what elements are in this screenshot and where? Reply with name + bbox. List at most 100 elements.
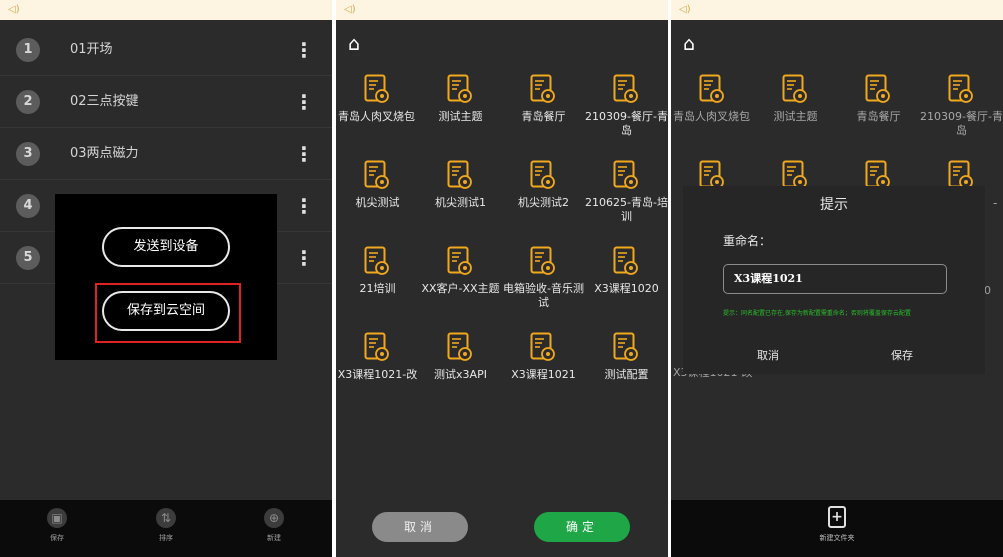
- config-file-icon: [530, 74, 556, 104]
- dialog-title: 提示: [820, 197, 848, 213]
- config-tile[interactable]: 测试x3API: [419, 326, 502, 410]
- config-file-icon: [530, 246, 556, 276]
- new-tab-label: 新建: [267, 534, 281, 542]
- dialog-cancel-button[interactable]: 取消: [757, 349, 779, 363]
- screen-playlist: ◁) 1 01开场 ⋮ 2 02三点按键 ⋮ 3 03两点磁力 ⋮ 4 ⋮ 5 …: [0, 0, 332, 557]
- config-file-icon: [364, 160, 390, 190]
- config-name: 青岛餐厅: [856, 110, 901, 123]
- item-label: 01开场: [70, 42, 113, 57]
- status-bar: ◁): [0, 0, 332, 20]
- config-tile[interactable]: 电箱验收-音乐测试: [502, 240, 585, 324]
- list-item[interactable]: 2 02三点按键 ⋮: [0, 76, 332, 128]
- config-name: 电箱验收-音乐测试: [503, 282, 584, 309]
- config-tile[interactable]: 青岛餐厅: [502, 68, 585, 152]
- more-menu-icon[interactable]: ⋮: [294, 88, 314, 116]
- sort-icon: ⇅: [156, 508, 176, 528]
- screen-rename-dialog: ◁) ⌂ 青岛人肉叉烧包 测试主题 青岛餐厅 210309-餐厅-青岛 X3课程…: [671, 0, 1003, 557]
- config-tile[interactable]: 机尖测试2: [502, 154, 585, 238]
- save-to-cloud-button[interactable]: 保存到云空间: [102, 291, 230, 331]
- config-name: 青岛人肉叉烧包: [673, 110, 750, 123]
- config-tile[interactable]: 青岛人肉叉烧包: [671, 68, 754, 152]
- config-file-icon: [530, 160, 556, 190]
- dialog-save-button[interactable]: 保存: [891, 349, 913, 363]
- config-name: 210309-餐厅-青岛: [585, 110, 668, 137]
- config-file-icon: [530, 332, 556, 362]
- config-tile[interactable]: 机尖测试: [336, 154, 419, 238]
- volume-icon: ◁): [344, 4, 356, 15]
- config-tile[interactable]: 210625-青岛-培训: [585, 154, 668, 238]
- bottom-toolbar: ▣ 保存 ⇅ 排序 ⊕ 新建: [0, 500, 332, 557]
- rename-input[interactable]: X3课程1021: [723, 264, 947, 294]
- list-item[interactable]: 3 03两点磁力 ⋮: [0, 128, 332, 180]
- config-name: 21培训: [359, 282, 396, 295]
- config-tile[interactable]: X3课程1020: [585, 240, 668, 324]
- send-to-device-button[interactable]: 发送到设备: [102, 227, 230, 267]
- item-label: 03两点磁力: [70, 146, 139, 161]
- home-icon[interactable]: ⌂: [348, 34, 370, 54]
- item-number: 1: [16, 38, 40, 62]
- new-folder-label: 新建文件夹: [819, 534, 855, 542]
- config-name: 测试主题: [773, 110, 818, 123]
- config-name: 210625-青岛-培训: [585, 196, 668, 223]
- cancel-button[interactable]: 取消: [372, 512, 468, 542]
- config-file-icon: [447, 74, 473, 104]
- home-icon[interactable]: ⌂: [683, 34, 705, 54]
- more-menu-icon[interactable]: ⋮: [294, 36, 314, 64]
- add-icon: ⊕: [264, 508, 284, 528]
- config-file-icon: [613, 160, 639, 190]
- config-tile[interactable]: 测试主题: [419, 68, 502, 152]
- config-file-icon: [699, 74, 725, 104]
- more-menu-icon[interactable]: ⋮: [294, 244, 314, 272]
- status-bar: ◁): [671, 0, 1003, 20]
- config-file-icon: [613, 332, 639, 362]
- config-name: 机尖测试: [355, 196, 400, 209]
- config-name: 测试主题: [438, 110, 483, 123]
- config-tile[interactable]: 210309-餐厅-青岛: [920, 68, 1003, 152]
- sort-tab[interactable]: ⇅ 排序: [146, 508, 186, 542]
- more-menu-icon[interactable]: ⋮: [294, 140, 314, 168]
- config-tile[interactable]: 机尖测试1: [419, 154, 502, 238]
- new-folder-button[interactable]: + 新建文件夹: [813, 506, 861, 542]
- bottom-toolbar: + 新建文件夹: [671, 500, 1003, 557]
- config-name: X3课程1020: [594, 282, 659, 295]
- screen-cloud-folder: ◁) ⌂ 青岛人肉叉烧包 测试主题 青岛餐厅 210309-餐厅-青岛 机尖测试…: [336, 0, 668, 557]
- new-tab[interactable]: ⊕ 新建: [254, 508, 294, 542]
- config-file-icon: [364, 74, 390, 104]
- confirm-button[interactable]: 确定: [534, 512, 630, 542]
- item-number: 5: [16, 246, 40, 270]
- sort-tab-label: 排序: [159, 534, 173, 542]
- config-tile[interactable]: 青岛餐厅: [837, 68, 920, 152]
- volume-icon: ◁): [679, 4, 691, 15]
- config-name: 测试x3API: [434, 368, 487, 381]
- config-name: X3课程1021: [511, 368, 576, 381]
- config-file-icon: [447, 332, 473, 362]
- config-file-icon: [364, 246, 390, 276]
- rename-dialog: 提示 重命名： X3课程1021 提示：同名配置已存在,保存为新配置需重命名；否…: [683, 186, 985, 374]
- list-item[interactable]: 1 01开场 ⋮: [0, 24, 332, 76]
- edge-dash: -: [993, 196, 998, 210]
- config-tile[interactable]: 测试配置: [585, 326, 668, 410]
- config-tile[interactable]: 21培训: [336, 240, 419, 324]
- config-tile[interactable]: X3课程1021-改: [336, 326, 419, 410]
- item-label: 02三点按键: [70, 94, 139, 109]
- rename-label: 重命名：: [723, 234, 772, 248]
- config-tile[interactable]: 测试主题: [754, 68, 837, 152]
- more-menu-icon[interactable]: ⋮: [294, 192, 314, 220]
- config-file-icon: [613, 74, 639, 104]
- new-file-icon: +: [828, 506, 846, 528]
- config-file-icon: [865, 74, 891, 104]
- save-tab[interactable]: ▣ 保存: [37, 508, 77, 542]
- config-file-icon: [613, 246, 639, 276]
- config-tile[interactable]: X3课程1021: [502, 326, 585, 410]
- config-name: 机尖测试2: [518, 196, 569, 209]
- item-number: 3: [16, 142, 40, 166]
- share-popup: 发送到设备 保存到云空间: [55, 194, 277, 360]
- config-tile[interactable]: 210309-餐厅-青岛: [585, 68, 668, 152]
- config-tile[interactable]: 青岛人肉叉烧包: [336, 68, 419, 152]
- config-name: 青岛人肉叉烧包: [338, 110, 415, 123]
- item-number: 4: [16, 194, 40, 218]
- config-name: 青岛餐厅: [521, 110, 566, 123]
- config-tile[interactable]: XX客户-XX主题: [419, 240, 502, 324]
- config-name: 测试配置: [604, 368, 649, 381]
- save-icon: ▣: [47, 508, 67, 528]
